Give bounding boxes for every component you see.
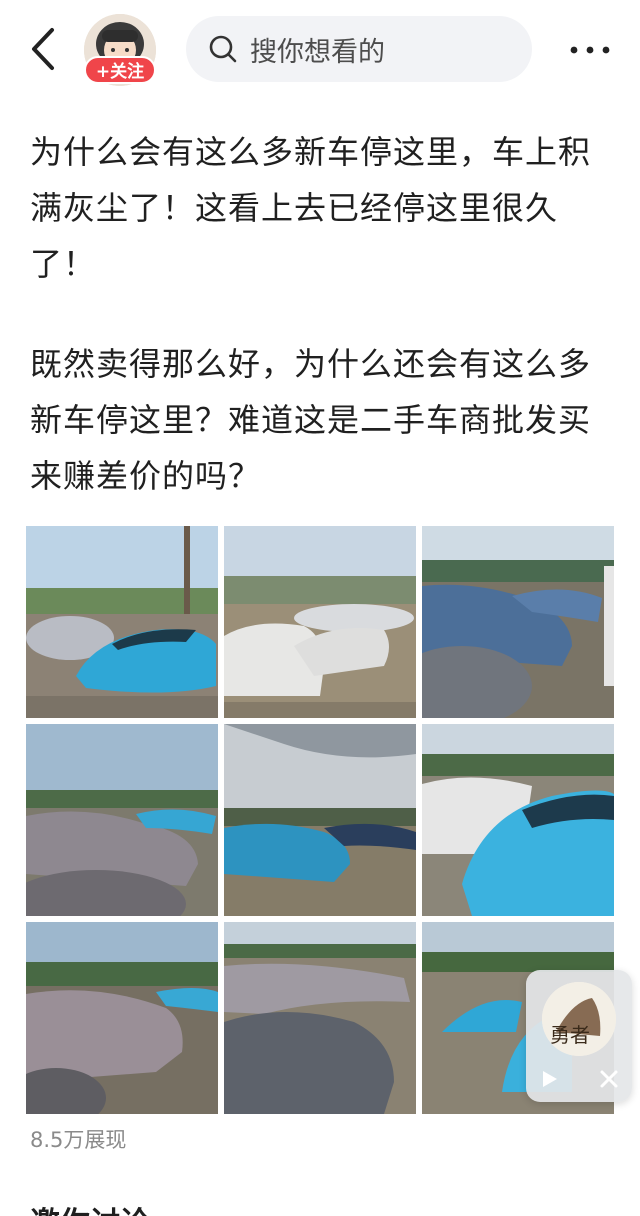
- search-bar[interactable]: 搜你想看的: [186, 16, 532, 82]
- close-button[interactable]: [598, 1068, 620, 1090]
- photo-3[interactable]: [422, 526, 614, 718]
- post-paragraph-1: 为什么会有这么多新车停这里，车上积满灰尘了！这看上去已经停这里很久了！: [30, 133, 592, 283]
- chevron-left-icon: [32, 28, 54, 70]
- photo-7[interactable]: [26, 922, 218, 1114]
- search-icon: [209, 35, 237, 63]
- play-icon: [543, 1071, 557, 1087]
- post-paragraph-2: 既然卖得那么好，为什么还会有这么多新车停这里？难道这是二手车商批发买来赚差价的吗…: [30, 345, 592, 495]
- photo-5[interactable]: [224, 724, 416, 916]
- floating-thumbnail[interactable]: 勇者: [542, 982, 616, 1056]
- discuss-heading: 邀你讨论: [30, 1198, 150, 1216]
- svg-text:勇者: 勇者: [550, 1023, 590, 1047]
- close-icon: [600, 1070, 618, 1088]
- search-placeholder: 搜你想看的: [250, 36, 385, 68]
- photo-4[interactable]: [26, 724, 218, 916]
- photo-8[interactable]: [224, 922, 416, 1114]
- post-text: 为什么会有这么多新车停这里，车上积满灰尘了！这看上去已经停这里很久了！ 既然卖得…: [30, 124, 610, 548]
- view-count: 8.5万展现: [30, 1128, 127, 1152]
- photo-6[interactable]: [422, 724, 614, 916]
- more-button[interactable]: [566, 38, 614, 62]
- follow-button[interactable]: +关注: [84, 56, 156, 84]
- back-button[interactable]: [26, 26, 62, 72]
- floating-player[interactable]: 勇者: [526, 970, 632, 1102]
- top-bar: +关注 搜你想看的: [0, 0, 640, 100]
- photo-2[interactable]: [224, 526, 416, 718]
- more-dots-icon: [570, 46, 610, 54]
- play-button[interactable]: [538, 1068, 560, 1090]
- photo-1[interactable]: [26, 526, 218, 718]
